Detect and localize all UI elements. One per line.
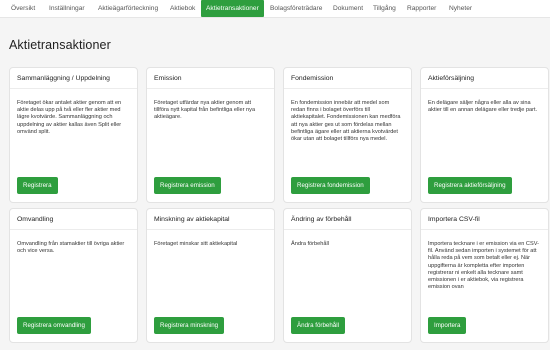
card-fondemission: Fondemission En fondemission innebär att… [283, 67, 412, 203]
nav-item-aktietransaktioner[interactable]: Aktietransaktioner [201, 0, 264, 17]
nav-item-tillgang[interactable]: Tillgång [373, 0, 396, 17]
card-description: Importera tecknare i er emission via en … [428, 241, 539, 291]
card-emission: Emission Företaget utfärdar nya aktier g… [146, 67, 275, 203]
nav-item-dokument[interactable]: Dokument [333, 0, 363, 17]
card-andring-av-forbehall: Ändring av förbehåll Ändra förbehåll Änd… [283, 208, 412, 343]
card-title: Fondemission [284, 68, 411, 89]
card-aktieforsaljning: Aktieförsäljning En delägare säljer någr… [420, 67, 549, 203]
card-title: Omvandling [10, 209, 137, 230]
nav-item-aktiebok[interactable]: Aktiebok [170, 0, 195, 17]
card-title: Sammanläggning / Uppdelning [10, 68, 137, 89]
card-description: Omvandling från stamaktier till övriga a… [17, 241, 125, 255]
registrera-emission-button[interactable]: Registrera emission [154, 177, 221, 194]
nav-item-installningar[interactable]: Inställningar [49, 0, 85, 17]
nav-item-oversikt[interactable]: Översikt [11, 0, 35, 17]
card-sammanlaggning: Sammanläggning / Uppdelning Företaget ök… [9, 67, 138, 203]
top-navigation: Översikt Inställningar Aktieägarförteckn… [0, 0, 550, 18]
nav-item-nyheter[interactable]: Nyheter [449, 0, 472, 17]
registrera-fondemission-button[interactable]: Registrera fondemission [291, 177, 370, 194]
nav-item-bolagsforetradare[interactable]: Bolagsföreträdare [270, 0, 322, 17]
nav-item-rapporter[interactable]: Rapporter [407, 0, 436, 17]
card-title: Importera CSV-fil [421, 209, 548, 230]
registrera-aktieforsaljning-button[interactable]: Registrera aktieförsäljning [428, 177, 512, 194]
card-title: Emission [147, 68, 274, 89]
card-importera-csv: Importera CSV-fil Importera tecknare i e… [420, 208, 549, 343]
registrera-button[interactable]: Registrera [17, 177, 58, 194]
card-title: Minskning av aktiekapital [147, 209, 274, 230]
card-minskning-av-aktiekapital: Minskning av aktiekapital Företaget mins… [146, 208, 275, 343]
card-description: En delägare säljer några eller alla av s… [428, 100, 538, 114]
card-title: Aktieförsäljning [421, 68, 548, 89]
card-title: Ändring av förbehåll [284, 209, 411, 230]
importera-button[interactable]: Importera [428, 317, 467, 334]
card-description: Företaget ökar antalet aktier genom att … [17, 100, 122, 135]
andra-forbehall-button[interactable]: Ändra förbehåll [291, 317, 345, 334]
card-description: Ändra förbehåll [291, 241, 329, 247]
nav-item-aktieagarforteckning[interactable]: Aktieägarförteckning [98, 0, 158, 17]
registrera-minskning-button[interactable]: Registrera minskning [154, 317, 225, 334]
card-description: En fondemission innebär att medel som re… [291, 100, 401, 143]
page-title: Aktietransaktioner [9, 38, 111, 52]
registrera-omvandling-button[interactable]: Registrera omvandling [17, 317, 91, 334]
card-description: Företaget utfärdar nya aktier genom att … [154, 100, 256, 121]
card-omvandling: Omvandling Omvandling från stamaktier ti… [9, 208, 138, 343]
card-description: Företaget minskar sitt aktiekapital [154, 241, 238, 247]
